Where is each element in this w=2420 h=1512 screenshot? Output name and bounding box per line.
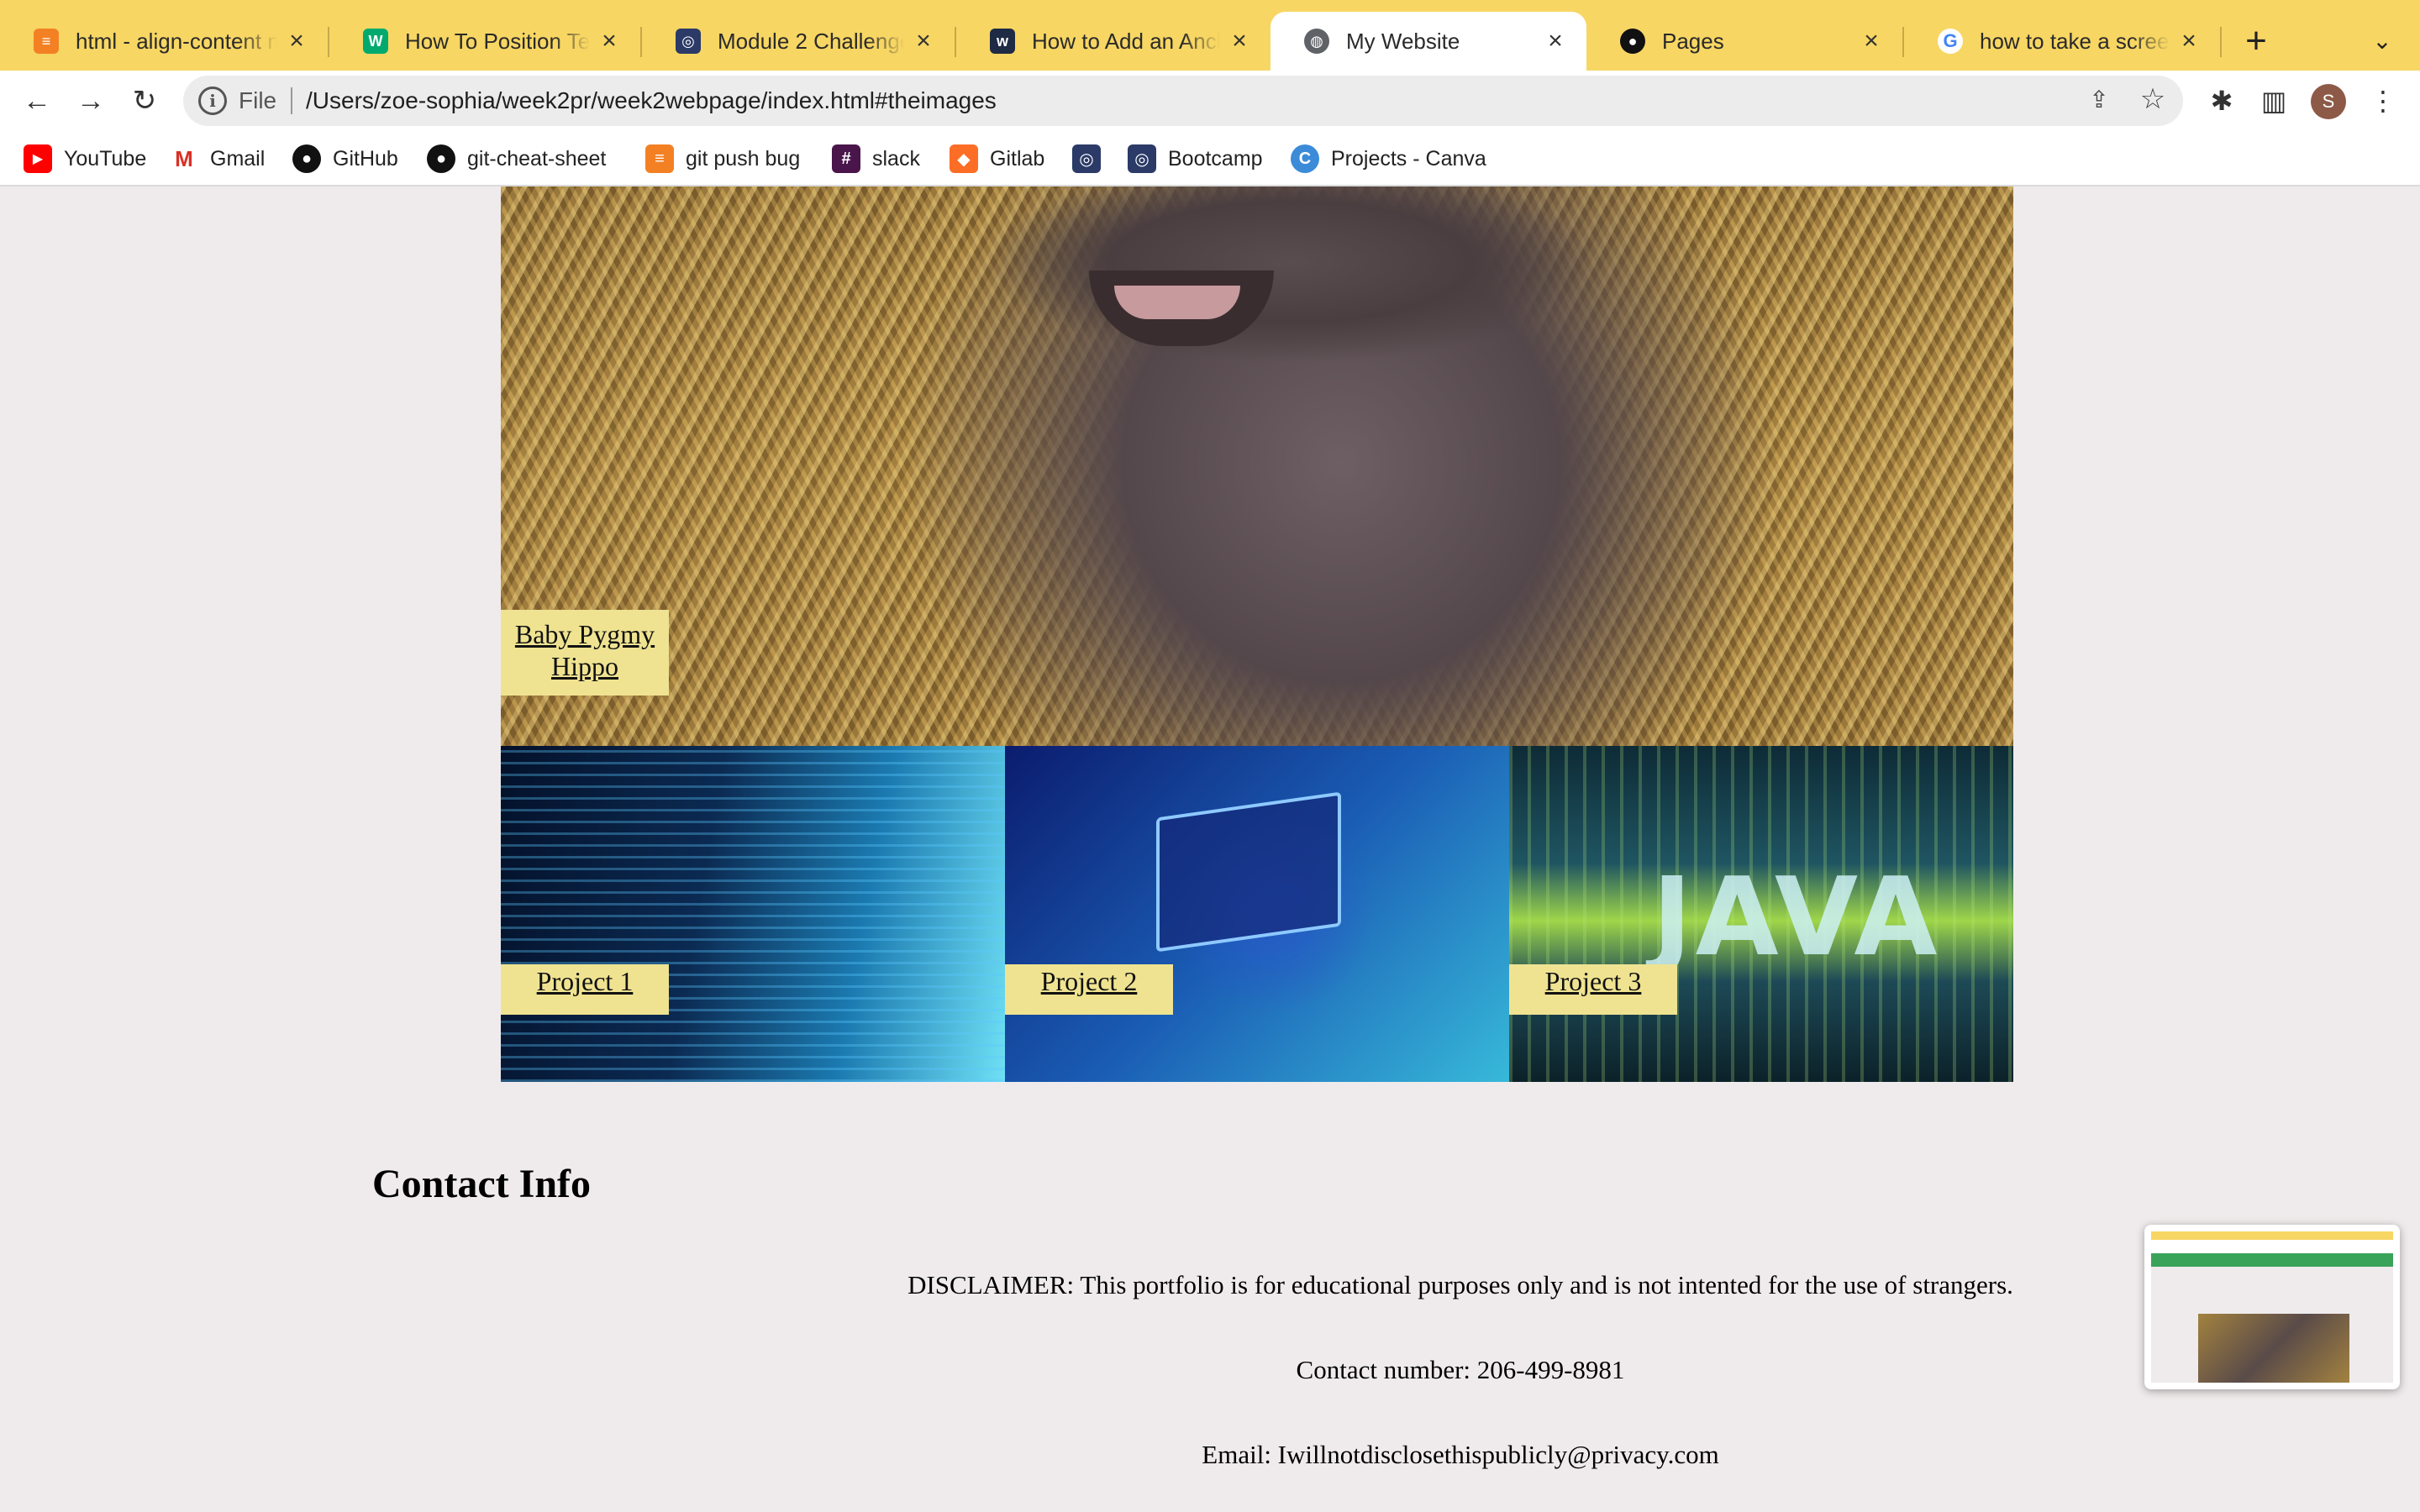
close-icon[interactable]: ×: [1543, 27, 1568, 55]
tab-4[interactable]: w How to Add an Ancho ×: [956, 12, 1270, 71]
slack-icon: #: [832, 144, 860, 173]
tab-3[interactable]: ◎ Module 2 Challenge ×: [642, 12, 955, 71]
tab-6[interactable]: ● Pages ×: [1586, 12, 1902, 71]
bookmark-gmail[interactable]: M Gmail: [170, 143, 265, 175]
contact-info-heading: Contact Info: [372, 1162, 591, 1206]
github-icon: ●: [1620, 29, 1645, 54]
project-1-link[interactable]: Project 1: [501, 964, 669, 1015]
tab-title: How To Position Text C: [405, 28, 590, 54]
tab-title: Module 2 Challenge: [718, 28, 904, 54]
bookmark-label: git-cheat-sheet: [467, 146, 607, 171]
project-3-card: JAVA Project 3: [1509, 746, 2013, 1082]
close-icon[interactable]: ×: [2176, 27, 2202, 55]
browser-toolbar: ← → ↻ i File /Users/zoe-sophia/week2pr/w…: [0, 71, 2420, 131]
forward-arrow-icon[interactable]: →: [71, 81, 111, 121]
bookmark-gitlab[interactable]: ◆ Gitlab: [950, 143, 1044, 175]
screenshot-thumbnail[interactable]: [2144, 1225, 2400, 1389]
tab-title: html - align-content n: [76, 28, 277, 54]
bookmark-youtube[interactable]: ▶ YouTube: [24, 143, 146, 175]
project-3-link[interactable]: Project 3: [1509, 964, 1677, 1015]
bookmark-canva[interactable]: C Projects - Canva: [1291, 143, 1486, 175]
thumbnail-image: [2198, 1314, 2349, 1383]
google-icon: G: [1938, 29, 1963, 54]
gitlab-icon: ◆: [950, 144, 978, 173]
github-icon: ●: [427, 144, 455, 173]
hero-label-link[interactable]: Baby Pygmy Hippo: [501, 610, 669, 696]
project-2-link[interactable]: Project 2: [1005, 964, 1173, 1015]
tab-strip: ≡ html - align-content n × W How To Posi…: [0, 0, 2420, 71]
thumbnail-tabstrip: [2151, 1231, 2393, 1240]
bookmark-label: Projects - Canva: [1331, 146, 1486, 171]
tab-divider: [2220, 27, 2222, 57]
gmail-icon: M: [170, 144, 198, 173]
bookmark-slack[interactable]: # slack: [832, 143, 920, 175]
bookmark-git-push-bug[interactable]: ≡ git push bug: [645, 143, 800, 175]
youtube-icon: ▶: [24, 144, 52, 173]
tab-2[interactable]: W How To Position Text C ×: [329, 12, 640, 71]
tab-search-chevron-icon[interactable]: ⌄: [2361, 20, 2403, 62]
bootcamp-icon: ◎: [1072, 144, 1101, 173]
back-arrow-icon[interactable]: ←: [17, 81, 57, 121]
bootcamp-icon: ◎: [1128, 144, 1156, 173]
address-divider: [291, 87, 292, 114]
close-icon[interactable]: ×: [1859, 27, 1884, 55]
bootcamp-icon: ◎: [676, 29, 701, 54]
hippo-lip-shape: [1114, 286, 1240, 319]
reload-icon[interactable]: ↻: [124, 81, 165, 121]
tab-5-active[interactable]: ◍ My Website ×: [1270, 12, 1586, 71]
tab-1[interactable]: ≡ html - align-content n ×: [0, 12, 328, 71]
bookmarks-bar: ▶ YouTube M Gmail ● GitHub ● git-cheat-s…: [0, 131, 2420, 186]
close-icon[interactable]: ×: [1227, 27, 1252, 55]
contact-number-text: Contact number: 206-499-8981: [1296, 1355, 1625, 1384]
canva-icon: C: [1291, 144, 1319, 173]
thumbnail-header: [2151, 1253, 2393, 1267]
close-icon[interactable]: ×: [597, 27, 622, 55]
bookmark-label: slack: [872, 146, 920, 171]
globe-icon: ◍: [1304, 29, 1329, 54]
w3-icon: w: [990, 29, 1015, 54]
tab-title: How to Add an Ancho: [1032, 28, 1220, 54]
bookmark-star-icon[interactable]: ☆: [2138, 84, 2168, 114]
new-tab-button[interactable]: +: [2235, 20, 2277, 62]
side-panel-icon[interactable]: ▥: [2255, 82, 2292, 119]
close-icon[interactable]: ×: [911, 27, 936, 55]
tab-title: My Website: [1346, 28, 1460, 54]
bookmark-label: GitHub: [333, 146, 398, 171]
tab-title: Pages: [1662, 28, 1724, 54]
email-text: Email: Iwillnotdisclosethispublicly@priv…: [1202, 1440, 1719, 1469]
bookmark-bootcamp-icon-only[interactable]: ◎: [1072, 143, 1101, 175]
laptop-graphic: [1156, 791, 1341, 953]
disclaimer-text: DISCLAIMER: This portfolio is for educat…: [908, 1270, 2013, 1299]
tab-7[interactable]: G how to take a screens ×: [1904, 12, 2220, 71]
bookmark-bootcamp[interactable]: ◎ Bootcamp: [1128, 143, 1263, 175]
stackoverflow-icon: ≡: [645, 144, 674, 173]
extensions-puzzle-icon[interactable]: ✱: [2203, 82, 2240, 119]
share-icon[interactable]: ⇪: [2084, 86, 2114, 116]
avatar[interactable]: S: [2311, 84, 2346, 119]
w3schools-icon: W: [363, 29, 388, 54]
address-bar[interactable]: i File /Users/zoe-sophia/week2pr/week2we…: [183, 76, 2183, 126]
project-1-card: Project 1: [501, 746, 1005, 1082]
github-icon: ●: [292, 144, 321, 173]
bookmark-label: git push bug: [686, 146, 801, 171]
bookmark-github[interactable]: ● GitHub: [292, 143, 398, 175]
bookmark-label: YouTube: [64, 146, 147, 171]
more-menu-icon[interactable]: ⋮: [2365, 82, 2402, 119]
url-text[interactable]: /Users/zoe-sophia/week2pr/week2webpage/i…: [306, 87, 997, 114]
close-icon[interactable]: ×: [284, 27, 309, 55]
stackoverflow-icon: ≡: [34, 29, 59, 54]
bookmark-label: Bootcamp: [1168, 146, 1263, 171]
java-graphic: JAVA: [1652, 855, 1941, 980]
project-2-card: Project 2: [1005, 746, 1509, 1082]
bookmark-git-cheat-sheet[interactable]: ● git-cheat-sheet: [427, 143, 606, 175]
hero-image-pygmy-hippo: Baby Pygmy Hippo: [501, 186, 2013, 746]
scheme-label: File: [239, 87, 277, 113]
site-info-icon[interactable]: i: [198, 87, 227, 115]
bookmark-label: Gitlab: [990, 146, 1045, 171]
tab-title: how to take a screens: [1980, 28, 2170, 54]
bookmark-label: Gmail: [210, 146, 266, 171]
